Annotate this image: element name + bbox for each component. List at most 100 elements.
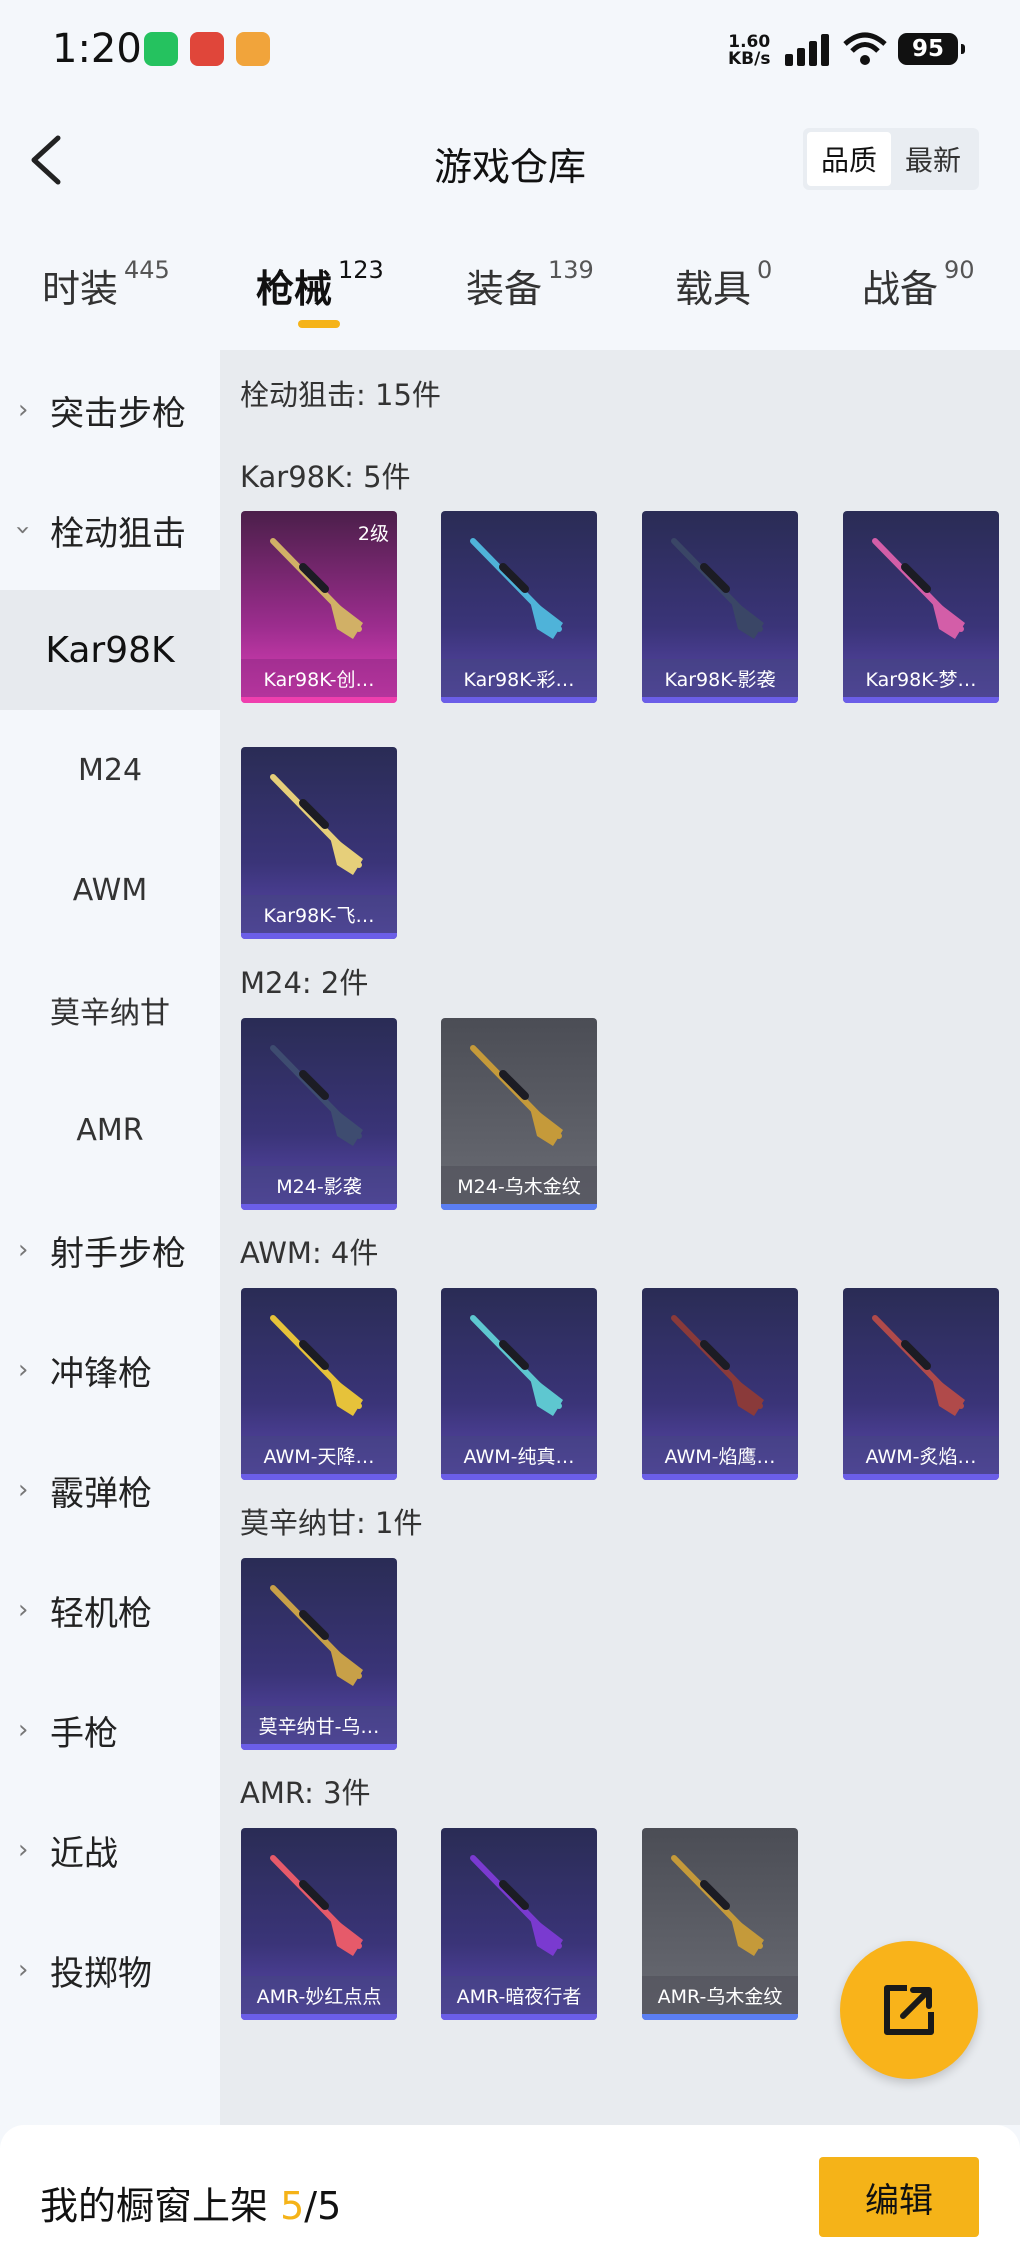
rifle-icon bbox=[270, 774, 363, 875]
wifi-icon bbox=[843, 32, 887, 65]
signal-icon bbox=[785, 34, 829, 66]
rifle-icon bbox=[470, 1315, 563, 1416]
rifle-icon bbox=[270, 1315, 363, 1416]
rifle-icon bbox=[270, 1585, 363, 1686]
sidebar-item-lmg[interactable]: › 轻机枪 bbox=[0, 1550, 220, 1670]
item-card[interactable]: Kar98K-影袭 bbox=[642, 511, 798, 703]
group-title-m24: M24: 2件 bbox=[240, 966, 369, 1000]
chevron-right-icon: › bbox=[18, 395, 29, 425]
item-card[interactable]: 2级 Kar98K-创… bbox=[241, 511, 397, 703]
sidebar-sub-amr[interactable]: AMR bbox=[0, 1070, 220, 1190]
sidebar-item-marksman-rifle[interactable]: › 射手步枪 bbox=[0, 1190, 220, 1310]
item-name: Kar98K-飞… bbox=[241, 895, 397, 933]
sort-newest-button[interactable]: 最新 bbox=[891, 132, 975, 186]
sidebar-sub-kar98k[interactable]: Kar98K bbox=[0, 590, 220, 710]
item-name: Kar98K-影袭 bbox=[642, 659, 798, 697]
chevron-right-icon: › bbox=[18, 1355, 29, 1385]
tab-equipment[interactable]: 装备 139 bbox=[466, 256, 594, 313]
net-speed: 1.60 KB/s bbox=[728, 32, 771, 69]
item-card[interactable]: AWM-天降… bbox=[241, 1288, 397, 1480]
tab-fashion[interactable]: 时装 445 bbox=[42, 256, 170, 313]
item-card[interactable]: Kar98K-梦… bbox=[843, 511, 999, 703]
item-name: AWM-焰鹰… bbox=[642, 1436, 798, 1474]
sidebar-item-smg[interactable]: › 冲锋枪 bbox=[0, 1310, 220, 1430]
item-card[interactable]: 莫辛纳甘-乌… bbox=[241, 1558, 397, 1750]
group-title-awm: AWM: 4件 bbox=[240, 1236, 379, 1270]
rifle-icon bbox=[671, 538, 764, 639]
item-name: AWM-天降… bbox=[241, 1436, 397, 1474]
rifle-icon bbox=[872, 538, 965, 639]
group-title-kar98k: Kar98K: 5件 bbox=[240, 460, 411, 494]
sidebar-item-shotgun[interactable]: › 霰弹枪 bbox=[0, 1430, 220, 1550]
item-card[interactable]: M24-影袭 bbox=[241, 1018, 397, 1210]
chevron-right-icon: › bbox=[18, 1835, 29, 1865]
item-card[interactable]: AMR-妙红点点 bbox=[241, 1828, 397, 2020]
bottom-bar: 我的橱窗上架 5/5 编辑 bbox=[0, 2125, 1020, 2267]
sidebar-item-throwable[interactable]: › 投掷物 bbox=[0, 1910, 220, 2030]
status-time: 1:20 bbox=[52, 26, 142, 72]
sidebar-item-melee[interactable]: › 近战 bbox=[0, 1790, 220, 1910]
tab-guns[interactable]: 枪械 123 bbox=[256, 256, 384, 313]
rifle-icon bbox=[470, 538, 563, 639]
item-name: AMR-妙红点点 bbox=[241, 1976, 397, 2014]
item-name: M24-乌木金纹 bbox=[441, 1166, 597, 1204]
rifle-icon bbox=[270, 1045, 363, 1146]
rifle-icon bbox=[671, 1315, 764, 1416]
share-icon bbox=[884, 1985, 934, 2035]
rifle-icon bbox=[470, 1855, 563, 1956]
sidebar-item-bolt-sniper[interactable]: › 栓动狙击 bbox=[0, 470, 220, 590]
item-name: Kar98K-梦… bbox=[843, 659, 999, 697]
sidebar-item-assault-rifle[interactable]: › 突击步枪 bbox=[0, 350, 220, 470]
rifle-icon bbox=[671, 1855, 764, 1956]
tab-supplies[interactable]: 战备 90 bbox=[862, 256, 975, 313]
group-title-mosin: 莫辛纳甘: 1件 bbox=[240, 1506, 423, 1540]
item-card[interactable]: AMR-乌木金纹 bbox=[642, 1828, 798, 2020]
item-name: Kar98K-创… bbox=[241, 659, 397, 697]
status-bar: 1:20 1.60 KB/s 95 bbox=[0, 0, 1020, 100]
share-button[interactable] bbox=[840, 1941, 978, 2079]
tab-vehicles[interactable]: 载具 0 bbox=[675, 256, 772, 313]
chevron-right-icon: › bbox=[18, 1235, 29, 1265]
item-card[interactable]: AMR-暗夜行者 bbox=[441, 1828, 597, 2020]
item-card[interactable]: AWM-纯真… bbox=[441, 1288, 597, 1480]
rifle-icon bbox=[470, 1045, 563, 1146]
level-badge: 2级 bbox=[357, 523, 389, 545]
chevron-right-icon: › bbox=[18, 1595, 29, 1625]
item-name: 莫辛纳甘-乌… bbox=[241, 1706, 397, 1744]
security-app-icon bbox=[144, 32, 178, 66]
header: 游戏仓库 品质 最新 bbox=[0, 100, 1020, 220]
item-card[interactable]: M24-乌木金纹 bbox=[441, 1018, 597, 1210]
active-tab-indicator bbox=[298, 320, 340, 328]
rifle-icon bbox=[872, 1315, 965, 1416]
item-name: AMR-暗夜行者 bbox=[441, 1976, 597, 2014]
item-card[interactable]: AWM-焰鹰… bbox=[642, 1288, 798, 1480]
game-app-icon bbox=[236, 32, 270, 66]
sort-toggle: 品质 最新 bbox=[803, 128, 979, 190]
group-title-amr: AMR: 3件 bbox=[240, 1776, 371, 1810]
sidebar-item-pistol[interactable]: › 手枪 bbox=[0, 1670, 220, 1790]
sidebar: › 突击步枪 › 栓动狙击 Kar98K M24 AWM 莫辛纳甘 AMR › 射手步… bbox=[0, 350, 220, 2125]
item-grid-panel: 栓动狙击: 15件 Kar98K: 5件 2级 Kar98K-创… Kar98K-… bbox=[220, 350, 1020, 2125]
item-name: AMR-乌木金纹 bbox=[642, 1976, 798, 2014]
item-card[interactable]: Kar98K-彩… bbox=[441, 511, 597, 703]
item-card[interactable]: AWM-炙焰… bbox=[843, 1288, 999, 1480]
sidebar-sub-mosin[interactable]: 莫辛纳甘 bbox=[0, 950, 220, 1070]
chevron-right-icon: › bbox=[18, 1955, 29, 1985]
sidebar-sub-awm[interactable]: AWM bbox=[0, 830, 220, 950]
item-card[interactable]: Kar98K-飞… bbox=[241, 747, 397, 939]
rifle-icon bbox=[270, 1855, 363, 1956]
item-name: M24-影袭 bbox=[241, 1166, 397, 1204]
edit-button[interactable]: 编辑 bbox=[819, 2157, 979, 2237]
item-name: Kar98K-彩… bbox=[441, 659, 597, 697]
chevron-down-icon: › bbox=[8, 524, 39, 536]
showcase-count: 我的橱窗上架 5/5 bbox=[40, 2184, 342, 2228]
sidebar-sub-m24[interactable]: M24 bbox=[0, 710, 220, 830]
taobao-app-icon bbox=[190, 32, 224, 66]
chevron-right-icon: › bbox=[18, 1715, 29, 1745]
sort-quality-button[interactable]: 品质 bbox=[807, 132, 891, 186]
chevron-right-icon: › bbox=[18, 1475, 29, 1505]
item-name: AWM-炙焰… bbox=[843, 1436, 999, 1474]
section-title: 栓动狙击: 15件 bbox=[240, 378, 441, 412]
battery-indicator: 95 bbox=[898, 33, 965, 65]
category-tabs: 时装 445 枪械 123 装备 139 载具 0 战备 90 bbox=[0, 228, 1020, 338]
